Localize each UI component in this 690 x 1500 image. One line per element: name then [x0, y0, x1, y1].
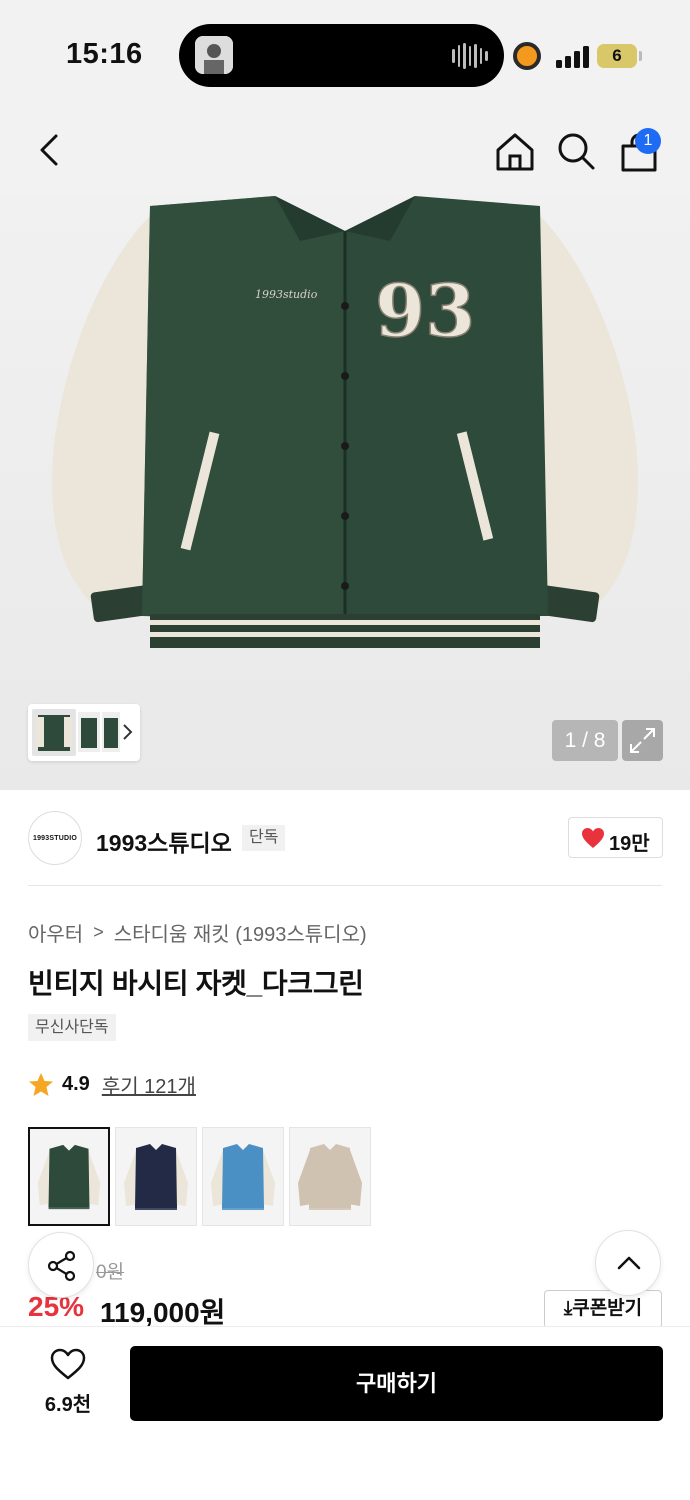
chevron-right-icon: > [93, 922, 104, 942]
chevron-right-icon[interactable] [118, 720, 138, 744]
now-playing-thumbnail [195, 36, 233, 74]
wishlist-count: 6.9천 [44, 1394, 92, 1416]
audio-wave-icon [452, 43, 489, 69]
recording-indicator-icon [513, 42, 541, 70]
share-button[interactable] [28, 1232, 94, 1298]
thumbnail-image[interactable] [32, 709, 76, 756]
varsity-jacket-image: 93 1993studio [51, 196, 639, 648]
expand-icon[interactable] [622, 720, 663, 761]
buy-button[interactable]: 구매하기 [130, 1346, 663, 1421]
section-divider [28, 885, 662, 886]
battery-icon: 6 [597, 44, 637, 68]
brand-name[interactable]: 1993스튜디오 [96, 824, 232, 858]
chevron-up-icon [617, 1256, 641, 1270]
wishlist-button[interactable]: 6.9천 [28, 1346, 108, 1422]
home-icon[interactable] [493, 130, 537, 174]
exclusive-tag: 무신사단독 [28, 1014, 116, 1041]
rating-value: 4.9 [62, 1073, 90, 1095]
jacket-swatch-image [30, 1129, 108, 1224]
cellular-signal-icon [556, 46, 589, 68]
heart-filled-icon [582, 828, 604, 848]
share-icon [47, 1250, 76, 1282]
color-options [28, 1127, 371, 1226]
product-title: 빈티지 바시티 자켓_다크그린 [28, 968, 364, 999]
image-pager: 1 / 8 [552, 720, 618, 761]
status-bar: 15:16 6 [0, 0, 690, 110]
brand-exclusive-tag: 단독 [242, 825, 286, 851]
dynamic-island[interactable] [179, 24, 504, 87]
star-icon [29, 1073, 53, 1096]
cart-count-badge: 1 [635, 128, 661, 154]
sale-price: 119,000원 [100, 1297, 226, 1328]
jacket-swatch-image [116, 1128, 196, 1225]
brand-like-count: 19만 [609, 833, 650, 855]
breadcrumb-item[interactable]: 아우터 [28, 918, 83, 947]
svg-text:93: 93 [375, 268, 475, 353]
scroll-to-top-button[interactable] [595, 1230, 661, 1296]
back-icon[interactable] [28, 128, 72, 172]
review-count-link[interactable]: 후기 121개 [102, 1070, 196, 1099]
product-main-image[interactable]: 93 1993studio [0, 196, 690, 790]
breadcrumb: 아우터 > 스타디움 재킷 (1993스튜디오) [28, 918, 367, 947]
thumbnail-image[interactable] [78, 712, 100, 752]
rating-row: 4.9 후기 121개 [28, 1070, 196, 1099]
original-price: 0원 [96, 1262, 125, 1283]
color-option[interactable] [28, 1127, 110, 1226]
jacket-swatch-image [290, 1128, 370, 1225]
color-option[interactable] [115, 1127, 197, 1226]
jacket-swatch-image [203, 1128, 283, 1225]
heart-outline-icon [50, 1348, 86, 1380]
color-option[interactable] [289, 1127, 371, 1226]
svg-text:1993studio: 1993studio [255, 288, 318, 301]
search-icon[interactable] [554, 129, 598, 173]
coupon-button[interactable]: ⤓쿠폰받기 [544, 1290, 662, 1328]
battery-cap [639, 51, 642, 61]
breadcrumb-item[interactable]: 스타디움 재킷 (1993스튜디오) [114, 918, 367, 947]
battery-level: 6 [612, 46, 622, 65]
color-option[interactable] [202, 1127, 284, 1226]
status-time: 15:16 [66, 38, 143, 70]
brand-logo[interactable]: 1993STUDIO [28, 811, 82, 865]
brand-like-button[interactable]: 19만 [568, 817, 663, 858]
